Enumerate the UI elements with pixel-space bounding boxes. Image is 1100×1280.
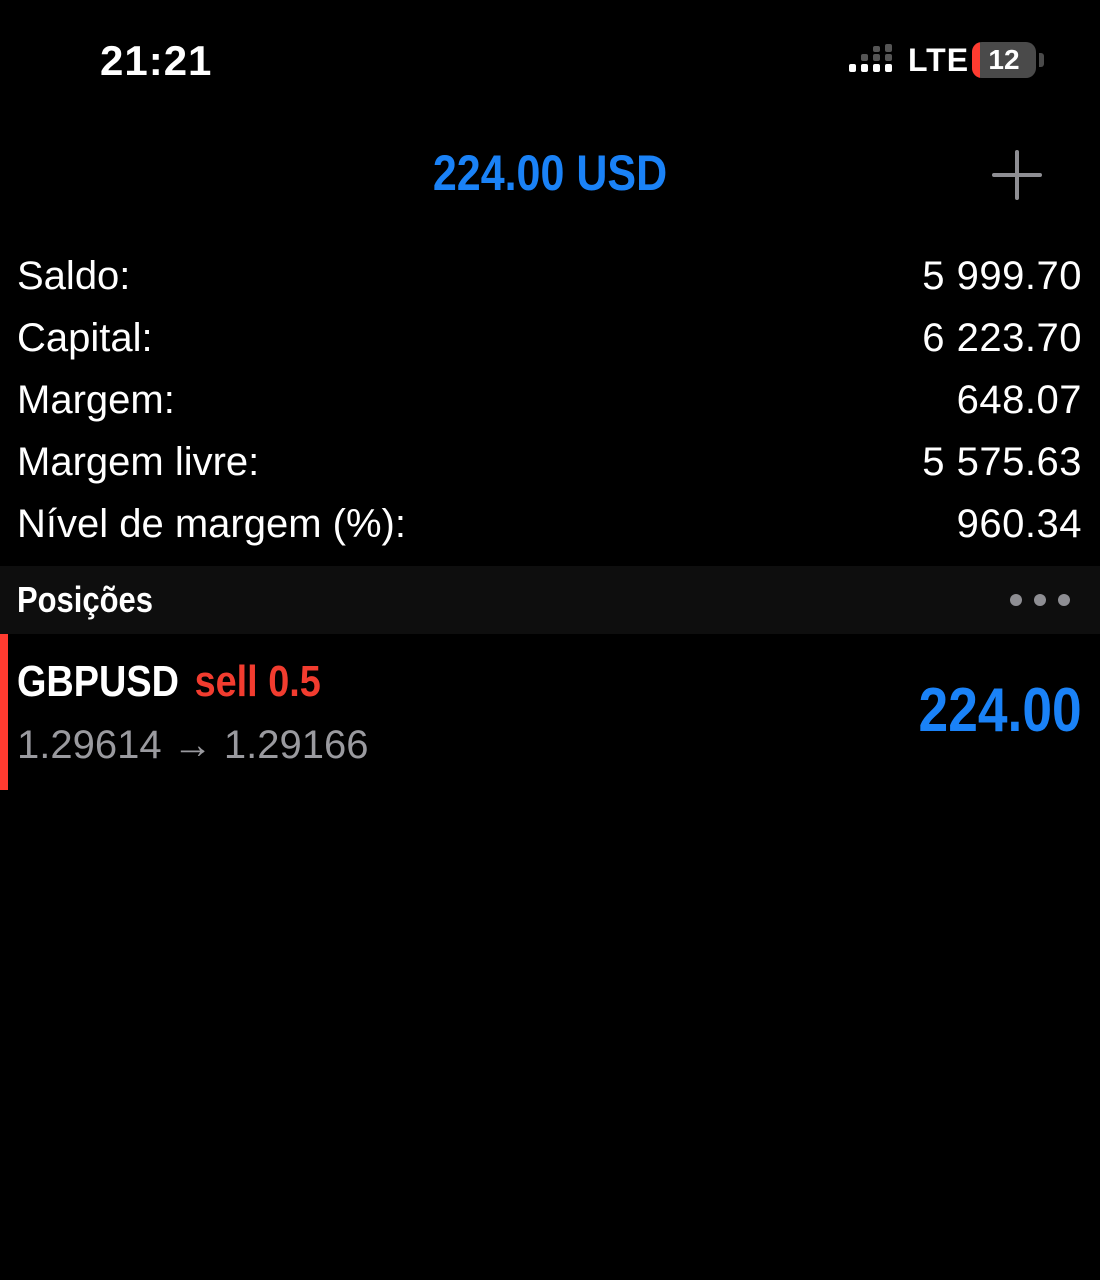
position-title: GBPUSD sell 0.5 bbox=[17, 656, 321, 708]
status-time: 21:21 bbox=[100, 37, 213, 84]
battery-cap bbox=[1039, 53, 1044, 67]
summary-value: 5 575.63 bbox=[922, 440, 1082, 484]
position-row[interactable]: GBPUSD sell 0.5 1.29614 → 1.29166 224.00 bbox=[0, 634, 1100, 790]
add-position-button[interactable] bbox=[988, 146, 1046, 204]
summary-row-nivel-margem: Nível de margem (%): 960.34 bbox=[0, 493, 1100, 555]
summary-row-capital: Capital: 6 223.70 bbox=[0, 307, 1100, 369]
summary-row-margem: Margem: 648.07 bbox=[0, 369, 1100, 431]
position-profit: 224.00 bbox=[918, 676, 1082, 745]
summary-label: Nível de margem (%): bbox=[17, 502, 406, 546]
signal-bars-icon bbox=[849, 44, 892, 72]
position-side: sell 0.5 bbox=[194, 657, 321, 706]
arrow-right-icon: → bbox=[172, 723, 213, 767]
summary-label: Margem: bbox=[17, 378, 175, 422]
more-dots-icon[interactable] bbox=[1010, 590, 1070, 610]
positions-title: Posições bbox=[17, 579, 153, 620]
total-profit: 224.00 USD bbox=[432, 145, 668, 201]
network-type: LTE bbox=[908, 42, 970, 78]
summary-label: Capital: bbox=[17, 316, 153, 360]
summary-row-margem-livre: Margem livre: 5 575.63 bbox=[0, 431, 1100, 493]
battery-icon: 12 bbox=[972, 42, 1036, 78]
status-bar: 21:21 LTE 12 bbox=[0, 0, 1100, 120]
summary-label: Saldo: bbox=[17, 254, 131, 298]
position-prices: 1.29614 → 1.29166 bbox=[17, 722, 368, 768]
summary-value: 5 999.70 bbox=[922, 254, 1082, 298]
account-summary: Saldo: 5 999.70 Capital: 6 223.70 Margem… bbox=[0, 245, 1100, 555]
summary-value: 648.07 bbox=[956, 378, 1082, 422]
sell-indicator-bar bbox=[0, 634, 8, 790]
battery-level: 12 bbox=[988, 44, 1020, 75]
position-symbol: GBPUSD bbox=[17, 657, 179, 706]
position-open-price: 1.29614 bbox=[17, 723, 162, 767]
summary-label: Margem livre: bbox=[17, 440, 260, 484]
summary-row-saldo: Saldo: 5 999.70 bbox=[0, 245, 1100, 307]
summary-value: 960.34 bbox=[956, 502, 1082, 546]
summary-value: 6 223.70 bbox=[922, 316, 1082, 360]
position-current-price: 1.29166 bbox=[223, 723, 369, 767]
positions-section-header: Posições bbox=[0, 566, 1100, 634]
